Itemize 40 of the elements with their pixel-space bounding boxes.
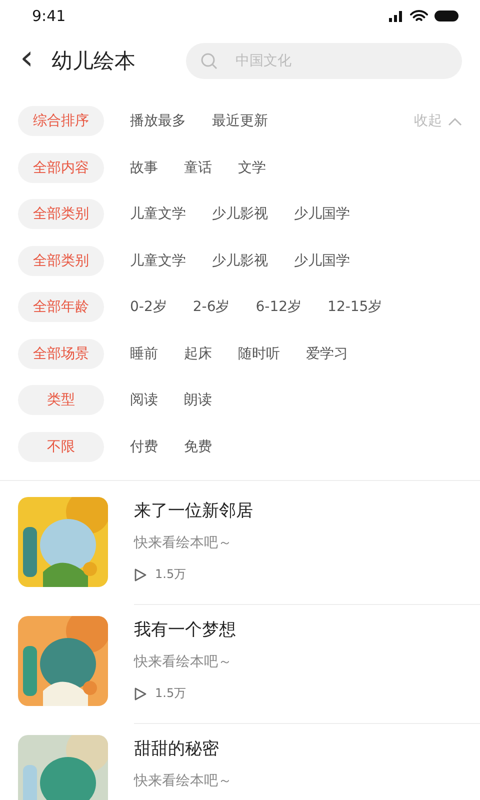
filter-option[interactable]: 故事 [130,158,158,177]
filter-option[interactable]: 睡前 [130,344,158,363]
status-time: 9:41 [32,7,66,25]
book-subtitle: 快来看绘本吧～ [134,772,232,790]
filter-option[interactable]: 播放最多 [130,112,186,130]
book-title: 来了一位新邻居 [134,500,253,522]
play-icon [134,686,147,700]
filter-option[interactable]: 儿童文学 [130,252,186,270]
filter-option[interactable]: 爱学习 [306,344,348,363]
book-subtitle: 快来看绘本吧～ [134,534,232,552]
filter-option[interactable]: 少儿影视 [212,205,268,224]
filter-option[interactable]: 阅读 [130,391,158,410]
chevron-up-icon [448,116,462,126]
book-subtitle: 快来看绘本吧～ [134,653,232,671]
wifi-icon [410,10,428,22]
signal-icon [388,10,404,22]
filter-option[interactable]: 最近更新 [212,112,268,130]
play-icon [134,568,147,582]
play-count: 1.5万 [155,566,186,583]
filter-option[interactable]: 付费 [130,438,158,456]
filter-option[interactable]: 12-15岁 [328,298,382,316]
filter-option[interactable]: 文学 [238,158,266,177]
book-title: 甜甜的秘密 [134,738,219,760]
filter-option[interactable]: 少儿影视 [212,252,268,270]
filter-option[interactable]: 2-6岁 [192,298,230,316]
filter-option[interactable]: 随时听 [238,344,280,363]
filter-option[interactable]: 少儿国学 [294,205,350,224]
filter-option[interactable]: 6-12岁 [256,298,302,316]
book-title: 我有一个梦想 [134,619,236,641]
filter-option[interactable]: 0-2岁 [130,298,167,316]
filter-option[interactable]: 朗读 [184,391,212,410]
back-button[interactable]: ‹ [18,41,42,81]
battery-icon [434,10,460,22]
filter-option[interactable]: 少儿国学 [294,252,350,270]
page-title: 幼儿绘本 [52,48,137,75]
filter-option[interactable]: 起床 [184,344,212,363]
filter-option[interactable]: 童话 [184,158,212,177]
play-count: 1.5万 [155,685,186,702]
filter-option[interactable]: 儿童文学 [130,205,186,224]
filter-option[interactable]: 免费 [184,438,212,456]
